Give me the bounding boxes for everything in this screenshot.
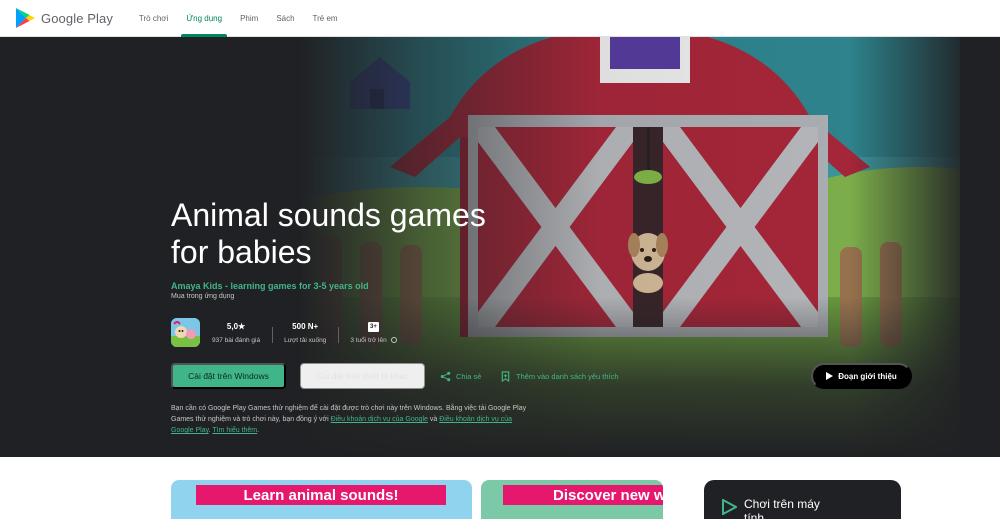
install-on-windows-button[interactable]: Cài đặt trên Windows <box>171 363 286 389</box>
play-icon <box>826 372 834 380</box>
nav-games[interactable]: Trò chơi <box>130 0 177 37</box>
nav-books[interactable]: Sách <box>267 0 303 37</box>
screenshot-2[interactable]: Discover new w <box>481 480 663 519</box>
trailer-label: Đoạn giới thiệu <box>838 371 897 381</box>
google-terms-link[interactable]: Điều khoản dịch vụ của Google <box>331 416 428 423</box>
play-on-pc-label: Chơi trên máy tính <box>744 497 820 519</box>
play-on-pc-card[interactable]: Chơi trên máy tính <box>704 480 901 519</box>
brand-name: Google Play <box>41 10 113 26</box>
nav-movies[interactable]: Phim <box>231 0 267 37</box>
nav-kids[interactable]: Trẻ em <box>304 0 347 37</box>
windows-install-disclaimer: Bạn cần có Google Play Games thử nghiệm … <box>171 405 527 434</box>
age-badge: 3+ <box>367 321 379 332</box>
in-app-purchases-label: Mua trong ứng dụng <box>171 293 235 300</box>
share-icon <box>440 371 451 381</box>
downloads-stat: 500 N+ Lượt tải xuống <box>272 321 338 344</box>
learn-more-link[interactable]: Tìm hiểu thêm <box>212 427 257 434</box>
age-label: 3 tuổi trở lên <box>350 337 387 344</box>
screenshot-banner: Discover new w <box>503 485 663 505</box>
downloads-label: Lượt tải xuống <box>284 337 327 344</box>
play-games-icon <box>722 499 737 515</box>
developer-link[interactable]: Amaya Kids - learning games for 3-5 year… <box>171 281 369 291</box>
age-stat: 3+ 3 tuổi trở lên <box>338 321 408 344</box>
downloads-value: 500 N+ <box>292 322 319 331</box>
hero-section: Animal sounds games for babies Amaya Kid… <box>0 37 1000 457</box>
rating-value: 5,0★ <box>226 322 246 331</box>
app-title: Animal sounds games for babies <box>171 197 486 270</box>
bookmark-icon <box>501 370 510 382</box>
app-icon <box>171 318 200 347</box>
share-label: Chia sẻ <box>456 371 482 381</box>
rating-count: 937 bài đánh giá <box>212 337 261 344</box>
wishlist-label: Thêm vào danh sách yêu thích <box>516 371 619 381</box>
screenshot-banner: Learn animal sounds! <box>196 485 446 505</box>
main-nav: Trò chơi Ứng dụng Phim Sách Trẻ em <box>130 0 347 37</box>
install-on-other-device-button[interactable]: Cài đặt trên thiết bị khác <box>300 363 425 389</box>
google-play-logo[interactable]: Google Play <box>15 7 113 29</box>
info-icon[interactable] <box>390 337 397 344</box>
screenshot-1[interactable]: Learn animal sounds! <box>171 480 472 519</box>
nav-apps[interactable]: Ứng dụng <box>177 0 231 37</box>
add-to-wishlist-button[interactable]: Thêm vào danh sách yêu thích <box>500 363 619 389</box>
rating-stat: 5,0★ 937 bài đánh giá <box>200 321 272 344</box>
trailer-button[interactable]: Đoạn giới thiệu <box>811 363 912 389</box>
top-app-bar: Google Play Trò chơi Ứng dụng Phim Sách … <box>0 0 1000 37</box>
app-stats: 5,0★ 937 bài đánh giá 500 N+ Lượt tải xu… <box>171 318 409 347</box>
screenshots-section: Learn animal sounds! Discover new w Chơi… <box>0 457 1000 519</box>
app-icon-art <box>171 318 200 347</box>
share-button[interactable]: Chia sẻ <box>440 363 481 389</box>
google-play-logo-icon <box>16 8 35 28</box>
